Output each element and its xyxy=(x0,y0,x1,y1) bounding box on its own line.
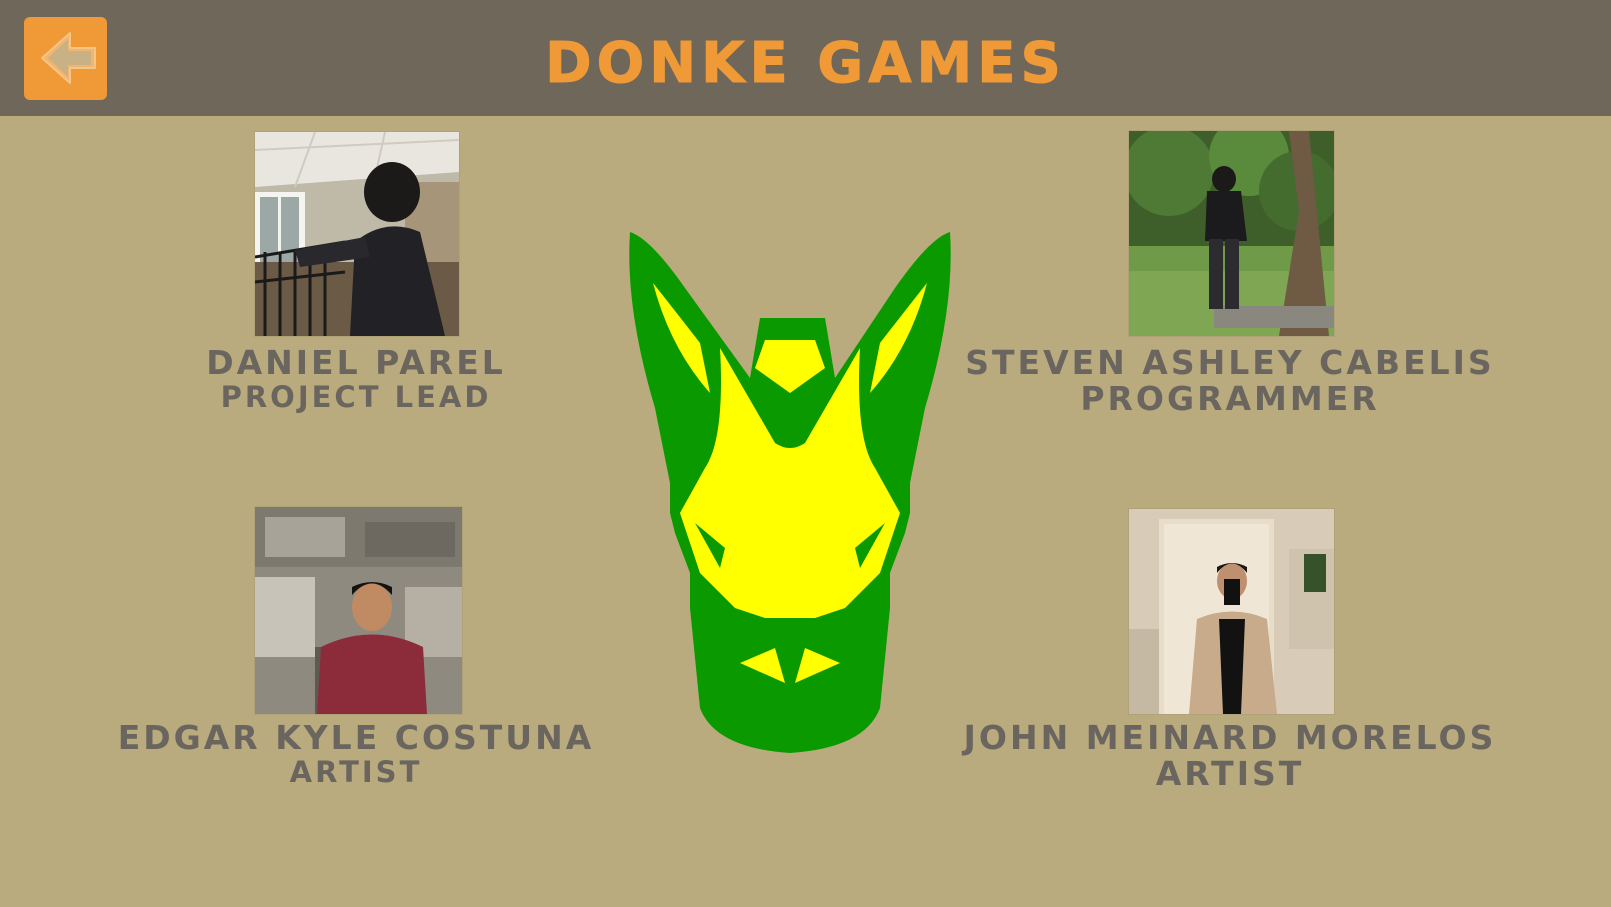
member-photo-john xyxy=(1128,508,1335,715)
member-photo-daniel xyxy=(254,131,460,337)
header-bar: DONKE GAMES xyxy=(0,0,1611,116)
member-role: PROGRAMMER xyxy=(1080,379,1380,418)
member-role: ARTIST xyxy=(1155,754,1305,793)
member-photo-edgar xyxy=(254,506,463,715)
donkey-logo xyxy=(629,232,951,753)
member-name: DANIEL PAREL xyxy=(206,343,506,382)
member-name: JOHN MEINARD MORELOS xyxy=(963,718,1497,757)
member-role: PROJECT LEAD xyxy=(220,380,492,414)
page-title: DONKE GAMES xyxy=(545,31,1066,97)
member-name: EDGAR KYLE COSTUNA xyxy=(117,718,595,757)
member-name: STEVEN ASHLEY CABELIS xyxy=(965,343,1495,382)
member-photo-steven xyxy=(1124,116,1339,337)
member-role: ARTIST xyxy=(289,755,423,789)
